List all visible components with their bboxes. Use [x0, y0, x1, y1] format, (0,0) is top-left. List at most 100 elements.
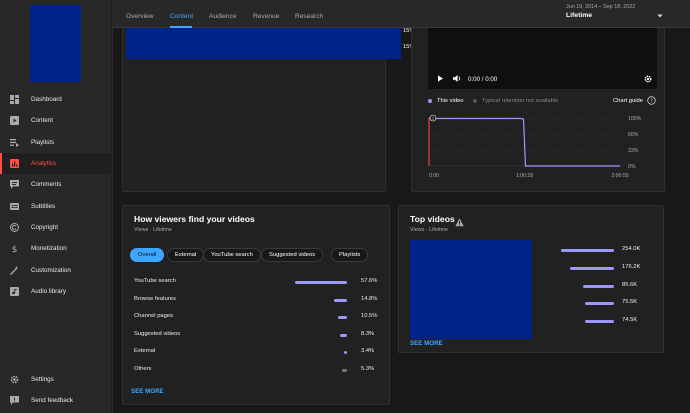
gear-icon[interactable] [644, 75, 652, 85]
video-thumbnail-bar[interactable] [126, 28, 401, 59]
traffic-source-value: 5.3% [361, 366, 375, 372]
traffic-source-label: Others [134, 366, 152, 372]
sidebar-item-monetization[interactable]: $ Monetization [0, 238, 112, 259]
date-range: Jun 19, 2014 – Sep 18, 2022 [566, 4, 636, 10]
traffic-source-bar [295, 281, 347, 284]
top-video-bar [585, 320, 614, 324]
retention-panel: 0:00 / 0:00 This video Typical retention… [411, 28, 665, 192]
play-icon[interactable] [437, 75, 444, 84]
traffic-source-label: External [134, 348, 156, 355]
sidebar-item-label: Copyright [31, 223, 58, 231]
tab-revenue[interactable]: Revenue [253, 13, 279, 20]
sidebar-item-subtitles[interactable]: Subtitles [0, 195, 112, 216]
traffic-source-value: 57.6% [361, 278, 378, 284]
feedback-icon [10, 396, 19, 406]
sidebar-item-content[interactable]: Content [0, 110, 112, 131]
legend-label: Typical retention not available [482, 98, 559, 104]
top-video-thumbnail[interactable] [410, 240, 532, 339]
gear-icon [10, 375, 19, 384]
traffic-source-row[interactable]: YouTube search 57.6% [134, 278, 384, 288]
sidebar-item-label: Content [31, 117, 54, 125]
sidebar-item-analytics[interactable]: Analytics [0, 152, 112, 175]
sidebar-item-comments[interactable]: Comments [0, 174, 112, 195]
top-video-views: 85.6K [622, 281, 638, 288]
sidebar: Dashboard Content Playlists Analytics Co… [0, 0, 112, 413]
playlists-icon [10, 138, 19, 147]
x-tick-label: 0:00 [429, 173, 439, 179]
top-video-bar [561, 249, 614, 252]
period-selector[interactable]: Lifetime [566, 12, 592, 19]
legend-dot [428, 99, 432, 103]
help-icon[interactable]: ? [647, 96, 656, 105]
tab-audience[interactable]: Audience [209, 13, 237, 20]
time-display: 0:00 / 0:00 [468, 76, 498, 83]
chevron-down-icon[interactable] [655, 8, 665, 18]
sidebar-bottom: Settings Send feedback [0, 369, 112, 412]
sidebar-item-label: Playlists [31, 138, 55, 146]
card-subtitle: Views · Lifetime [134, 227, 172, 233]
top-video-row[interactable]: 74.5K [559, 317, 669, 327]
sidebar-item-label: Comments [31, 181, 62, 189]
traffic-source-row[interactable]: Browse features 14.8% [134, 296, 384, 306]
y-tick-label: 33% [628, 148, 639, 154]
top-video-row[interactable]: 176.2K [559, 264, 669, 274]
legend-label: This video [437, 98, 464, 104]
top-video-row[interactable]: 254.0K [559, 246, 669, 256]
traffic-source-row[interactable]: Others 5.3% [134, 366, 384, 376]
traffic-source-label: Channel pages [134, 313, 173, 320]
traffic-source-value: 10.5% [361, 313, 378, 320]
svg-text:?: ? [650, 99, 653, 105]
chart-guide-link[interactable]: Chart guide [613, 98, 643, 104]
legend-typical: Typical retention not available [473, 98, 558, 104]
legend-this-video: This video [428, 98, 463, 104]
sidebar-item-copyright[interactable]: Copyright [0, 217, 112, 238]
retention-chart: 100% 66% 33% 0% 0:00 1:00:28 2:00:55 i [428, 114, 642, 179]
traffic-source-bar [339, 333, 347, 337]
sidebar-item-settings[interactable]: Settings [0, 369, 112, 390]
top-video-views: 176.2K [622, 263, 641, 270]
sidebar-item-label: Dashboard [31, 96, 62, 104]
traffic-source-row[interactable]: Suggested videos 8.3% [134, 331, 384, 341]
analytics-icon [10, 159, 19, 169]
top-video-row[interactable]: 75.5K [559, 299, 669, 309]
tab-research[interactable]: Research [295, 13, 323, 20]
channel-thumbnail[interactable] [30, 5, 81, 82]
see-more-link[interactable]: SEE MORE [410, 340, 443, 347]
sidebar-item-label: Monetization [31, 245, 67, 253]
warning-icon [455, 214, 464, 232]
tab-overview[interactable]: Overview [126, 13, 153, 20]
top-video-row[interactable]: 85.6K [559, 282, 669, 292]
top-video-bar [585, 302, 614, 306]
y-tick-label: 100% [628, 116, 642, 122]
traffic-source-label: YouTube search [134, 278, 176, 284]
video-player[interactable]: 0:00 / 0:00 [428, 28, 657, 89]
tab-content[interactable]: Content [170, 13, 193, 20]
sidebar-item-audio-library[interactable]: Audio library [0, 281, 112, 302]
chip-external[interactable]: External [167, 248, 205, 262]
sidebar-item-label: Settings [31, 376, 54, 384]
traffic-sources-card: How viewers find your videos Views · Lif… [122, 205, 390, 405]
sidebar-item-playlists[interactable]: Playlists [0, 132, 112, 153]
legend-dot [473, 99, 477, 103]
sidebar-item-label: Customization [31, 266, 71, 274]
volume-icon[interactable] [453, 75, 462, 84]
sidebar-item-send-feedback[interactable]: Send feedback [0, 390, 112, 411]
customization-icon [10, 265, 19, 275]
traffic-source-row[interactable]: External 3.4% [134, 348, 384, 358]
sidebar-item-label: Audio library [31, 287, 66, 295]
retention-series-line [428, 117, 620, 167]
traffic-source-bar [333, 298, 347, 302]
dashboard-icon [10, 95, 19, 105]
main-content: 15% 15% 0:00 / 0:00 This video Typical r… [113, 28, 690, 413]
chip-youtube-search[interactable]: YouTube search [203, 248, 261, 262]
monetization-icon: $ [10, 244, 19, 253]
chip-overall[interactable]: Overall [130, 248, 165, 262]
chip-suggested-videos[interactable]: Suggested videos [261, 248, 324, 262]
see-more-link[interactable]: SEE MORE [131, 388, 164, 395]
sidebar-item-customization[interactable]: Customization [0, 259, 112, 280]
copyright-icon [10, 222, 19, 232]
sidebar-item-dashboard[interactable]: Dashboard [0, 89, 112, 110]
traffic-source-row[interactable]: Channel pages 10.5% [134, 313, 384, 323]
chip-playlists[interactable]: Playlists [331, 248, 369, 262]
top-video-bar [569, 266, 614, 270]
